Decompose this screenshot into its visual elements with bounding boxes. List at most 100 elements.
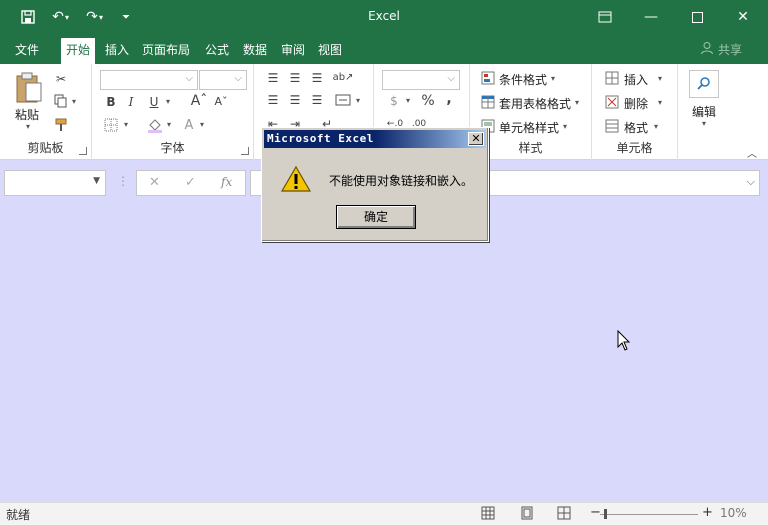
- borders-dropdown-icon[interactable]: ▾: [124, 120, 128, 129]
- collapse-ribbon-icon[interactable]: ︿: [745, 146, 759, 160]
- underline-dropdown-icon[interactable]: ▾: [166, 97, 170, 106]
- insert-cells-dropdown-icon[interactable]: ▾: [658, 74, 662, 83]
- editing-label[interactable]: 编辑: [692, 103, 716, 120]
- minimize-icon[interactable]: —: [628, 0, 674, 34]
- insert-function-icon[interactable]: fx: [221, 175, 232, 189]
- ok-button[interactable]: 确定: [336, 205, 416, 229]
- format-as-table-dropdown-icon[interactable]: ▾: [575, 98, 579, 107]
- format-cells-icon[interactable]: [604, 118, 620, 134]
- format-cells-label[interactable]: 格式: [624, 119, 648, 136]
- chevron-down-icon: ▼: [93, 176, 100, 186]
- close-icon[interactable]: ✕: [720, 0, 766, 34]
- delete-cells-dropdown-icon[interactable]: ▾: [658, 98, 662, 107]
- cancel-icon[interactable]: ✕: [149, 175, 160, 190]
- fill-color-dropdown-icon[interactable]: ▾: [167, 120, 171, 129]
- cell-styles-dropdown-icon[interactable]: ▾: [563, 122, 567, 131]
- format-cells-dropdown-icon[interactable]: ▾: [654, 122, 658, 131]
- paste-icon[interactable]: [12, 70, 46, 106]
- top-align-icon[interactable]: ☰: [264, 70, 282, 86]
- tab-home[interactable]: 开始: [61, 38, 96, 64]
- align-right-icon[interactable]: ☰: [308, 92, 326, 108]
- font-name-combo[interactable]: ⌵: [100, 70, 198, 90]
- error-dialog: Microsoft Excel ✕ 不能使用对象链接和嵌入。 确定: [261, 127, 489, 242]
- font-group-label: 字体: [160, 141, 185, 155]
- accounting-dropdown-icon[interactable]: ▾: [406, 96, 410, 105]
- font-color-dropdown-icon[interactable]: ▾: [200, 120, 204, 129]
- tab-page-layout[interactable]: 页面布局: [137, 38, 195, 64]
- editing-dropdown-icon[interactable]: ▾: [702, 119, 706, 128]
- normal-view-icon[interactable]: [481, 506, 495, 523]
- chevron-down-icon: ⌵: [185, 73, 193, 84]
- chevron-down-icon: ⌵: [447, 73, 455, 84]
- cell-styles-label[interactable]: 单元格样式: [499, 119, 559, 136]
- editing-group: 编辑 ▾: [678, 64, 738, 160]
- tab-formulas[interactable]: 公式: [200, 38, 234, 64]
- fill-color-icon[interactable]: [146, 116, 164, 134]
- align-left-icon[interactable]: ☰: [264, 92, 282, 108]
- number-format-combo[interactable]: ⌵: [382, 70, 460, 90]
- zoom-slider[interactable]: [600, 514, 698, 515]
- enter-check-icon[interactable]: ✓: [185, 175, 196, 190]
- maximize-icon[interactable]: [674, 0, 720, 34]
- page-layout-view-icon[interactable]: [520, 506, 534, 523]
- orientation-icon[interactable]: ab↗: [333, 68, 354, 86]
- page-break-view-icon[interactable]: [557, 506, 571, 523]
- increase-font-size-icon[interactable]: Aˆ: [190, 92, 208, 110]
- status-bar: 就绪 − + 10%: [0, 502, 768, 525]
- zoom-out-icon[interactable]: −: [590, 505, 601, 520]
- dialog-close-button[interactable]: ✕: [468, 132, 484, 146]
- ribbon-display-options-icon[interactable]: [582, 0, 628, 34]
- conditional-formatting-icon[interactable]: [480, 70, 496, 86]
- merge-center-icon[interactable]: [334, 92, 352, 108]
- tab-insert[interactable]: 插入: [100, 38, 134, 64]
- borders-icon[interactable]: [102, 116, 120, 134]
- tab-view[interactable]: 视图: [313, 38, 347, 64]
- percent-button[interactable]: %: [420, 92, 436, 110]
- align-center-icon[interactable]: ☰: [286, 92, 304, 108]
- font-launcher-icon[interactable]: [241, 147, 249, 155]
- delete-cells-label[interactable]: 删除: [624, 95, 648, 112]
- zoom-in-icon[interactable]: +: [702, 505, 713, 520]
- format-painter-icon[interactable]: [52, 116, 70, 134]
- insert-cells-icon[interactable]: [604, 70, 620, 86]
- format-as-table-label[interactable]: 套用表格格式: [499, 95, 571, 112]
- zoom-slider-thumb[interactable]: [604, 509, 607, 519]
- clipboard-group-label: 剪贴板: [27, 141, 64, 155]
- middle-align-icon[interactable]: ☰: [286, 70, 304, 86]
- tab-data[interactable]: 数据: [238, 38, 272, 64]
- status-text: 就绪: [6, 508, 31, 522]
- italic-button[interactable]: I: [124, 94, 138, 110]
- paste-label[interactable]: 粘贴: [15, 106, 39, 123]
- merge-dropdown-icon[interactable]: ▾: [356, 96, 360, 105]
- find-search-icon[interactable]: [689, 70, 719, 98]
- ribbon-tabs: 文件 开始 插入 页面布局 公式 数据 审阅 视图 共享: [0, 34, 768, 64]
- cut-icon[interactable]: ✂: [52, 70, 70, 88]
- underline-button[interactable]: U: [147, 94, 161, 110]
- decrease-font-size-icon[interactable]: Aˇ: [212, 92, 230, 110]
- dialog-title-bar[interactable]: Microsoft Excel ✕: [264, 130, 486, 148]
- bottom-align-icon[interactable]: ☰: [308, 70, 326, 86]
- share-button[interactable]: 共享: [700, 41, 742, 58]
- comma-button[interactable]: ,: [442, 90, 456, 108]
- copy-icon[interactable]: [52, 92, 70, 110]
- font-size-combo[interactable]: ⌵: [199, 70, 247, 90]
- conditional-dropdown-icon[interactable]: ▾: [551, 74, 555, 83]
- tab-file[interactable]: 文件: [10, 38, 44, 64]
- clipboard-launcher-icon[interactable]: [79, 147, 87, 155]
- dialog-title: Microsoft Excel: [267, 132, 374, 145]
- delete-cells-icon[interactable]: [604, 94, 620, 110]
- accounting-format-icon[interactable]: $: [384, 92, 404, 110]
- font-color-icon[interactable]: A: [180, 116, 198, 134]
- copy-dropdown-icon[interactable]: ▾: [72, 97, 76, 106]
- bold-button[interactable]: B: [104, 94, 118, 110]
- name-box[interactable]: ▼: [4, 170, 106, 196]
- cells-group-label: 单元格: [616, 141, 653, 155]
- warning-icon: [280, 165, 312, 196]
- expand-formula-icon[interactable]: ⌵: [747, 175, 755, 189]
- format-as-table-icon[interactable]: [480, 94, 496, 110]
- zoom-level[interactable]: 10%: [720, 506, 747, 520]
- tab-review[interactable]: 审阅: [276, 38, 310, 64]
- conditional-formatting-label[interactable]: 条件格式: [499, 71, 547, 88]
- insert-cells-label[interactable]: 插入: [624, 71, 648, 88]
- paste-dropdown-icon[interactable]: ▾: [26, 122, 30, 131]
